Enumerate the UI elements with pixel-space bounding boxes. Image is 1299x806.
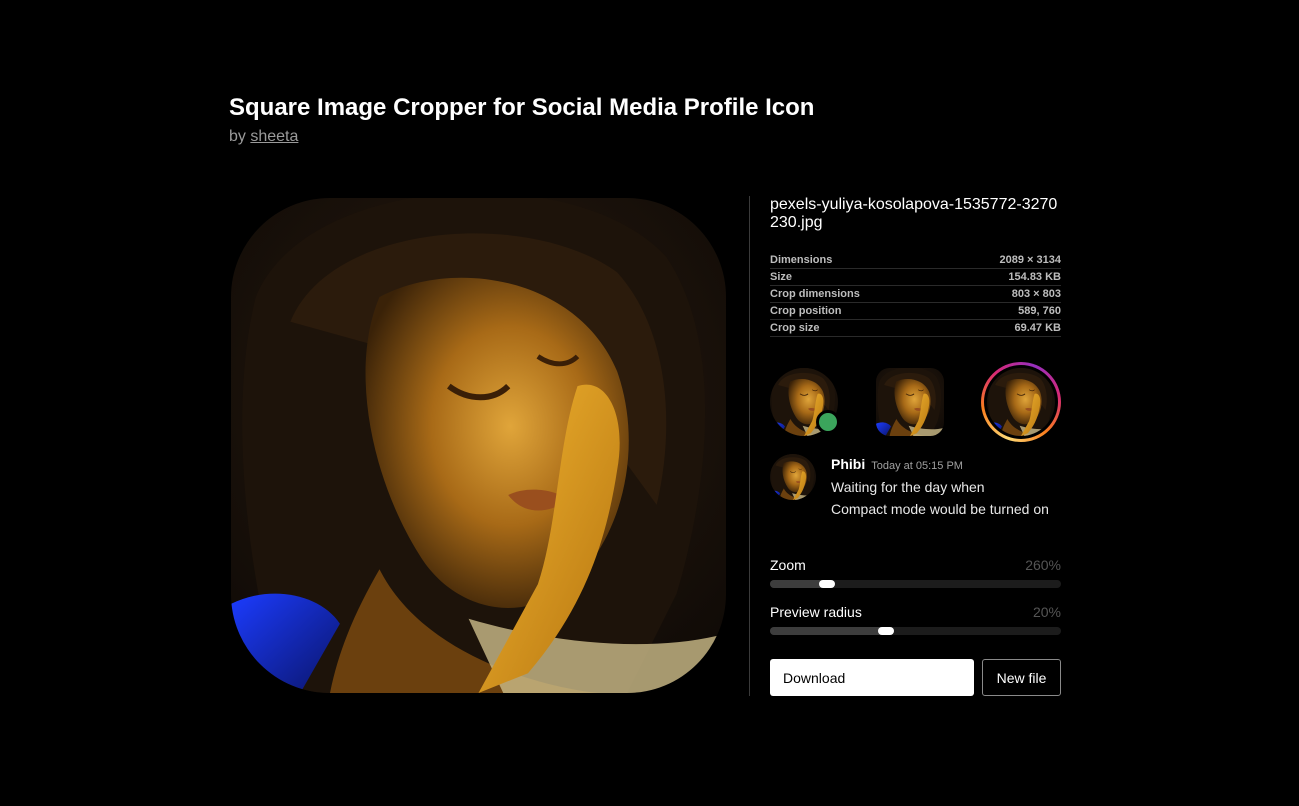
meta-label: Crop dimensions bbox=[770, 288, 860, 300]
chat-timestamp: Today at 05:15 PM bbox=[871, 460, 963, 472]
radius-slider[interactable] bbox=[770, 627, 1061, 635]
new-file-button[interactable]: New file bbox=[982, 659, 1061, 696]
page-header: Square Image Cropper for Social Media Pr… bbox=[229, 94, 814, 146]
meta-value: 2089 × 3134 bbox=[999, 254, 1061, 266]
meta-value: 69.47 KB bbox=[1014, 322, 1061, 334]
byline: by sheeta bbox=[229, 128, 814, 146]
meta-table: Dimensions 2089 × 3134 Size 154.83 KB Crop… bbox=[770, 252, 1061, 337]
file-name: pexels-yuliya-kosolapova-1535772-3270230… bbox=[770, 196, 1058, 231]
panel-divider bbox=[749, 196, 750, 696]
radius-control: Preview radius 20% bbox=[770, 604, 1061, 635]
meta-value: 154.83 KB bbox=[1008, 271, 1061, 283]
meta-row: Dimensions 2089 × 3134 bbox=[770, 252, 1061, 269]
crop-image[interactable] bbox=[231, 198, 726, 693]
preview-story-avatar bbox=[987, 368, 1055, 436]
meta-row: Size 154.83 KB bbox=[770, 269, 1061, 286]
radius-value: 20% bbox=[1032, 604, 1061, 620]
preview-rounded-avatar bbox=[876, 368, 944, 436]
zoom-control: Zoom 260% bbox=[770, 557, 1061, 588]
chat-message: Phibi Today at 05:15 PM Waiting for the d… bbox=[831, 456, 1061, 516]
meta-label: Size bbox=[770, 271, 793, 283]
side-panel: pexels-yuliya-kosolapova-1535772-3270230… bbox=[770, 196, 1061, 696]
zoom-label: Zoom bbox=[770, 557, 806, 573]
action-buttons: Download New file bbox=[770, 659, 1061, 696]
zoom-value: 260% bbox=[1025, 557, 1061, 573]
meta-label: Dimensions bbox=[770, 254, 833, 266]
radius-slider-fill bbox=[770, 627, 887, 635]
crop-canvas[interactable] bbox=[231, 198, 726, 693]
radius-slider-thumb[interactable] bbox=[878, 627, 895, 635]
byline-prefix: by bbox=[229, 128, 246, 145]
meta-row: Crop size 69.47 KB bbox=[770, 320, 1061, 337]
download-button[interactable]: Download bbox=[770, 659, 974, 696]
chat-username: Phibi bbox=[831, 456, 866, 472]
chat-text-line: Waiting for the day when bbox=[831, 479, 985, 495]
page-title: Square Image Cropper for Social Media Pr… bbox=[229, 94, 815, 121]
author-link[interactable]: sheeta bbox=[250, 128, 298, 145]
zoom-slider-thumb[interactable] bbox=[818, 580, 835, 588]
meta-row: Crop dimensions 803 × 803 bbox=[770, 286, 1061, 303]
chat-avatar bbox=[770, 454, 816, 500]
meta-label: Crop size bbox=[770, 322, 820, 334]
radius-label: Preview radius bbox=[770, 604, 862, 620]
meta-value: 803 × 803 bbox=[1011, 288, 1061, 300]
meta-label: Crop position bbox=[770, 305, 842, 317]
meta-value: 589, 760 bbox=[1018, 305, 1061, 317]
zoom-slider[interactable] bbox=[770, 580, 1061, 588]
chat-header: Phibi Today at 05:15 PM bbox=[831, 456, 1061, 472]
avatar-previews bbox=[770, 362, 1061, 442]
online-status-icon bbox=[816, 410, 840, 434]
chat-text-line: Compact mode would be turned on bbox=[831, 501, 1049, 517]
meta-row: Crop position 589, 760 bbox=[770, 303, 1061, 320]
